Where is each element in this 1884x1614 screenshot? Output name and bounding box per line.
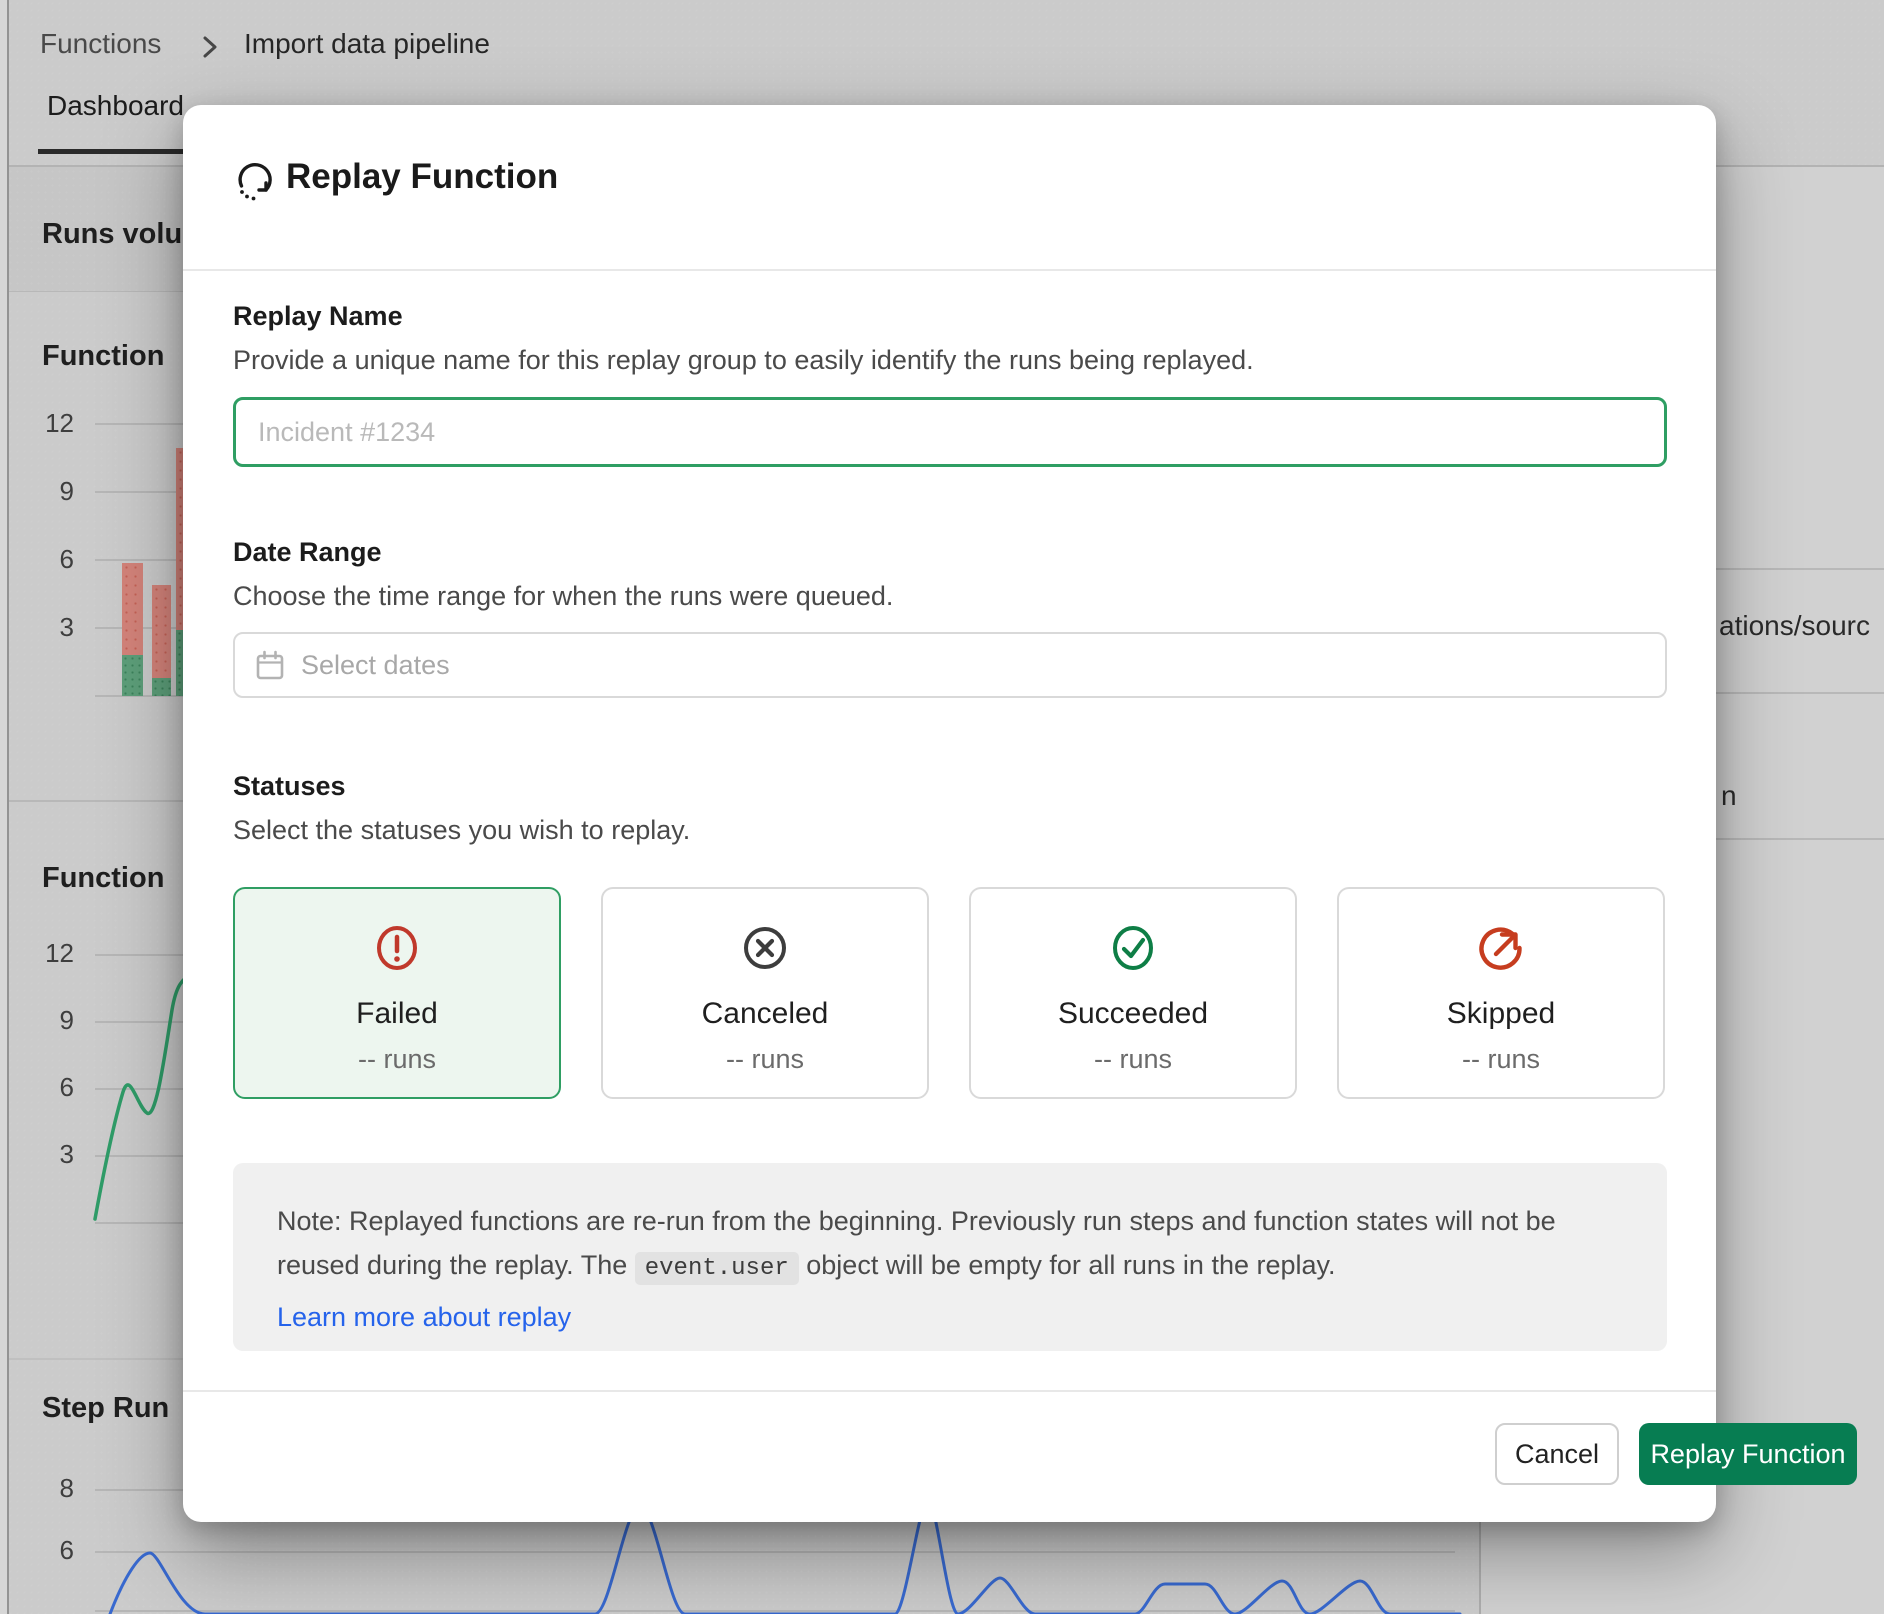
alert-circle-icon <box>372 923 422 973</box>
statuses-label: Statuses <box>233 771 346 802</box>
replay-note: Note: Replayed functions are re-run from… <box>233 1163 1667 1351</box>
skip-arrow-icon <box>1476 923 1526 973</box>
date-range-description: Choose the time range for when the runs … <box>233 581 893 612</box>
check-circle-icon <box>1108 923 1158 973</box>
status-card-failed[interactable]: Failed -- runs <box>233 887 561 1099</box>
status-card-name: Skipped <box>1447 997 1555 1031</box>
modal-title: Replay Function <box>286 157 558 197</box>
app-screen: Functions Import data pipeline Dashboard… <box>0 0 1884 1614</box>
replay-name-label: Replay Name <box>233 301 403 332</box>
status-card-runs: -- runs <box>726 1044 804 1075</box>
statuses-description: Select the statuses you wish to replay. <box>233 815 690 846</box>
note-code-chip: event.user <box>635 1252 799 1285</box>
replay-function-modal: Replay Function Replay Name Provide a un… <box>183 105 1716 1522</box>
status-card-succeeded[interactable]: Succeeded -- runs <box>969 887 1297 1099</box>
learn-more-link[interactable]: Learn more about replay <box>277 1295 571 1339</box>
calendar-icon <box>253 648 287 682</box>
date-range-input[interactable] <box>301 650 1647 681</box>
status-card-runs: -- runs <box>1462 1044 1540 1075</box>
status-card-canceled[interactable]: Canceled -- runs <box>601 887 929 1099</box>
status-card-name: Failed <box>356 997 438 1031</box>
date-range-picker[interactable] <box>233 632 1667 698</box>
replay-name-description: Provide a unique name for this replay gr… <box>233 345 1254 376</box>
replay-name-input[interactable] <box>233 397 1667 467</box>
footer-divider <box>183 1390 1716 1392</box>
status-card-runs: -- runs <box>1094 1044 1172 1075</box>
cancel-button[interactable]: Cancel <box>1495 1423 1619 1485</box>
date-range-label: Date Range <box>233 537 382 568</box>
status-cards: Failed -- runs Canceled -- runs Succeede… <box>233 887 1667 1099</box>
x-circle-icon <box>740 923 790 973</box>
status-card-runs: -- runs <box>358 1044 436 1075</box>
note-text: object will be empty for all runs in the… <box>799 1250 1336 1280</box>
replay-function-button[interactable]: Replay Function <box>1639 1423 1857 1485</box>
header-divider <box>183 269 1716 271</box>
status-card-name: Succeeded <box>1058 997 1208 1031</box>
status-card-skipped[interactable]: Skipped -- runs <box>1337 887 1665 1099</box>
status-card-name: Canceled <box>702 997 829 1031</box>
replay-icon <box>233 159 277 203</box>
